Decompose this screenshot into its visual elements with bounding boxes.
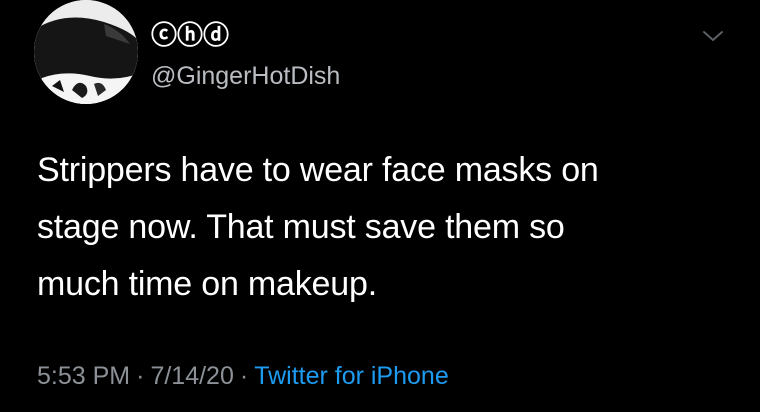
chevron-down-icon[interactable]	[701, 27, 725, 45]
user-handle[interactable]: @GingerHotDish	[151, 61, 340, 91]
tweet-time[interactable]: 5:53 PM	[37, 362, 130, 390]
separator-dot: ·	[136, 362, 145, 390]
tweet-metadata: 5:53 PM · 7/14/20 · Twitter for iPhone	[37, 360, 449, 392]
tweet-text-line: stage now. That must save them so	[37, 208, 565, 246]
tweet-card: ⓒⓗⓓ @GingerHotDish Strippers have to wea…	[0, 0, 760, 412]
tweet-text: Strippers have to wear face masks on sta…	[37, 142, 737, 313]
display-name[interactable]: ⓒⓗⓓ	[151, 20, 229, 50]
tweet-date[interactable]: 7/14/20	[150, 362, 233, 390]
avatar[interactable]	[34, 0, 138, 104]
separator-dot: ·	[239, 362, 249, 390]
tweet-source-link[interactable]: Twitter for iPhone	[254, 362, 449, 390]
avatar-image	[34, 0, 138, 104]
tweet-text-line: much time on makeup.	[37, 265, 377, 303]
tweet-text-line: Strippers have to wear face masks on	[37, 151, 599, 189]
